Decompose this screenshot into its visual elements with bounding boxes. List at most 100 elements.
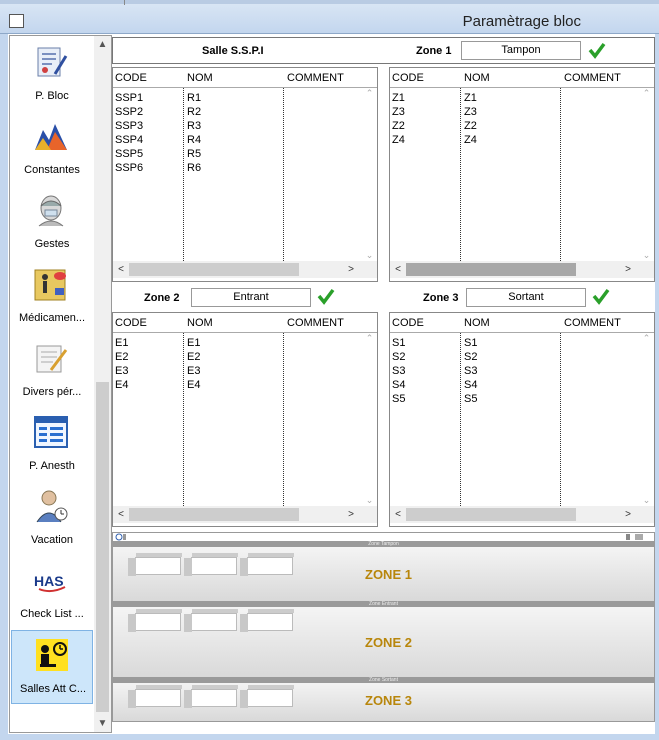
- scroll-down-arrow-icon[interactable]: ⌄: [362, 250, 377, 261]
- grid-cell-nom[interactable]: S4: [464, 379, 477, 393]
- grid-vertical-scrollbar[interactable]: ⌃ ⌄: [362, 88, 377, 261]
- sidebar-item-gestes[interactable]: Gestes: [11, 186, 93, 260]
- preview-refresh-icon[interactable]: [115, 533, 127, 541]
- grid-cell-nom[interactable]: E1: [187, 337, 200, 351]
- column-header-comment[interactable]: COMMENT: [287, 72, 344, 84]
- column-header-comment[interactable]: COMMENT: [287, 317, 344, 329]
- zone1-input[interactable]: Tampon: [461, 41, 581, 60]
- scroll-left-arrow-icon[interactable]: <: [390, 261, 406, 278]
- scroll-up-arrow-icon[interactable]: ⌃: [362, 333, 377, 344]
- grid-cell-nom[interactable]: R2: [187, 106, 201, 120]
- sidebar-item-salles-att[interactable]: Salles Att C...: [11, 630, 93, 704]
- scroll-down-arrow-icon[interactable]: ⌄: [639, 495, 654, 506]
- grid-cell-nom[interactable]: E2: [187, 351, 200, 365]
- zone2-input[interactable]: Entrant: [191, 288, 311, 307]
- grid-horizontal-scrollbar[interactable]: < >: [390, 261, 654, 278]
- grid-cell-nom[interactable]: S2: [464, 351, 477, 365]
- grid-vertical-scrollbar[interactable]: ⌃ ⌄: [639, 88, 654, 261]
- grid-vertical-scrollbar[interactable]: ⌃ ⌄: [362, 333, 377, 506]
- grid-cell-nom[interactable]: E3: [187, 365, 200, 379]
- scroll-down-arrow-icon[interactable]: ⌄: [362, 495, 377, 506]
- grid-cell-nom[interactable]: Z1: [464, 92, 477, 106]
- sidebar-item-p-anesth[interactable]: P. Anesth: [11, 408, 93, 482]
- column-header-nom[interactable]: NOM: [187, 317, 213, 329]
- scroll-up-arrow-icon[interactable]: ⌃: [362, 88, 377, 99]
- grid-cell-code[interactable]: S1: [392, 337, 405, 351]
- scroll-right-arrow-icon[interactable]: >: [620, 261, 636, 278]
- grid-cell-code[interactable]: Z1: [392, 92, 405, 106]
- grid-cell-code[interactable]: Z4: [392, 134, 405, 148]
- sidebar-item-constantes[interactable]: Constantes: [11, 112, 93, 186]
- sidebar-item-medicaments[interactable]: Médicamen...: [11, 260, 93, 334]
- grid-cell-code[interactable]: SSP6: [115, 162, 143, 176]
- scrollbar-thumb[interactable]: [406, 263, 576, 276]
- grid-cell-code[interactable]: SSP1: [115, 92, 143, 106]
- sidebar-item-vacation[interactable]: Vacation: [11, 482, 93, 556]
- zone3-input[interactable]: Sortant: [466, 288, 586, 307]
- preview-tools-icon[interactable]: [625, 533, 645, 541]
- scroll-down-arrow-icon[interactable]: ⌄: [639, 250, 654, 261]
- grid-cell-nom[interactable]: E4: [187, 379, 200, 393]
- grid-cell-nom[interactable]: Z3: [464, 106, 477, 120]
- zone1-validate-check-icon[interactable]: [588, 41, 606, 59]
- grid-cell-code[interactable]: E4: [115, 379, 128, 393]
- grid-cell-code[interactable]: E2: [115, 351, 128, 365]
- grid-horizontal-scrollbar[interactable]: < >: [390, 506, 654, 523]
- scroll-left-arrow-icon[interactable]: <: [113, 506, 129, 523]
- scroll-down-arrow-icon[interactable]: ▼: [94, 715, 111, 732]
- grid-cell-nom[interactable]: R1: [187, 92, 201, 106]
- grid-cell-code[interactable]: SSP4: [115, 134, 143, 148]
- grid-cell-code[interactable]: SSP3: [115, 120, 143, 134]
- scroll-right-arrow-icon[interactable]: >: [620, 506, 636, 523]
- grid-horizontal-scrollbar[interactable]: < >: [113, 261, 377, 278]
- grid-cell-nom[interactable]: S3: [464, 365, 477, 379]
- column-header-comment[interactable]: COMMENT: [564, 317, 621, 329]
- grid-cell-code[interactable]: S4: [392, 379, 405, 393]
- grid-cell-code[interactable]: SSP2: [115, 106, 143, 120]
- column-header-comment[interactable]: COMMENT: [564, 72, 621, 84]
- scrollbar-thumb[interactable]: [406, 508, 576, 521]
- grid-cell-code[interactable]: SSP5: [115, 148, 143, 162]
- sidebar-scrollbar[interactable]: ▲ ▼: [94, 36, 111, 732]
- scroll-up-arrow-icon[interactable]: ▲: [94, 36, 111, 53]
- sidebar-item-divers[interactable]: Divers pér...: [11, 334, 93, 408]
- zone3-validate-check-icon[interactable]: [592, 287, 610, 305]
- grid-cell-nom[interactable]: R3: [187, 120, 201, 134]
- grid-cell-nom[interactable]: R6: [187, 162, 201, 176]
- grid-cell-nom[interactable]: Z2: [464, 120, 477, 134]
- grid-cell-code[interactable]: E3: [115, 365, 128, 379]
- scroll-left-arrow-icon[interactable]: <: [113, 261, 129, 278]
- scrollbar-thumb[interactable]: [129, 263, 299, 276]
- grid-horizontal-scrollbar[interactable]: < >: [113, 506, 377, 523]
- grid-cell-code[interactable]: Z2: [392, 120, 405, 134]
- grid-cell-nom[interactable]: R4: [187, 134, 201, 148]
- column-header-code[interactable]: CODE: [392, 317, 424, 329]
- column-header-code[interactable]: CODE: [392, 72, 424, 84]
- scroll-left-arrow-icon[interactable]: <: [390, 506, 406, 523]
- grid-cell-code[interactable]: S3: [392, 365, 405, 379]
- grid-cell-nom[interactable]: S5: [464, 393, 477, 407]
- scroll-right-arrow-icon[interactable]: >: [343, 506, 359, 523]
- sidebar-item-check-list[interactable]: HAS Check List ...: [11, 556, 93, 630]
- column-header-nom[interactable]: NOM: [464, 317, 490, 329]
- scroll-right-arrow-icon[interactable]: >: [343, 261, 359, 278]
- column-header-nom[interactable]: NOM: [187, 72, 213, 84]
- column-header-code[interactable]: CODE: [115, 317, 147, 329]
- grid-cell-nom[interactable]: S1: [464, 337, 477, 351]
- scroll-up-arrow-icon[interactable]: ⌃: [639, 88, 654, 99]
- zone2-validate-check-icon[interactable]: [317, 287, 335, 305]
- grid-cell-code[interactable]: Z3: [392, 106, 405, 120]
- grid-vertical-scrollbar[interactable]: ⌃ ⌄: [639, 333, 654, 506]
- column-header-nom[interactable]: NOM: [464, 72, 490, 84]
- grid-cell-code[interactable]: S5: [392, 393, 405, 407]
- scroll-up-arrow-icon[interactable]: ⌃: [639, 333, 654, 344]
- grid-cell-code[interactable]: E1: [115, 337, 128, 351]
- grid-cell-code[interactable]: S2: [392, 351, 405, 365]
- sidebar-item-p-bloc[interactable]: P. Bloc: [11, 38, 93, 112]
- window-icon[interactable]: [9, 14, 24, 28]
- scrollbar-thumb[interactable]: [96, 382, 109, 712]
- grid-cell-nom[interactable]: Z4: [464, 134, 477, 148]
- grid-cell-nom[interactable]: R5: [187, 148, 201, 162]
- scrollbar-thumb[interactable]: [129, 508, 299, 521]
- column-header-code[interactable]: CODE: [115, 72, 147, 84]
